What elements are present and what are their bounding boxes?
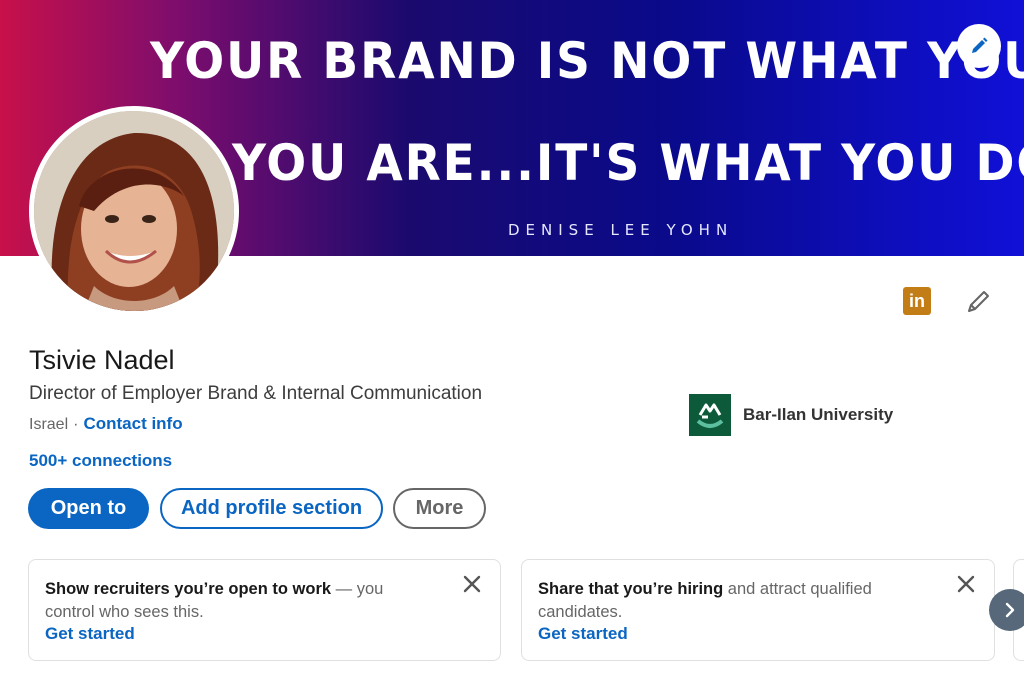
more-button[interactable]: More [393, 488, 486, 529]
pencil-icon [972, 37, 988, 53]
card-text: Share that you’re hiring and attract qua… [538, 578, 918, 624]
school-logo-icon [689, 394, 731, 436]
education-entry[interactable]: Bar-Ilan University [689, 394, 893, 436]
card-text: Show recruiters you’re open to work — yo… [45, 578, 425, 624]
edit-banner-button[interactable] [957, 24, 1001, 68]
profile-headline: Director of Employer Brand & Internal Co… [29, 383, 483, 404]
profile-location: Israel [29, 416, 69, 433]
open-to-work-card: Show recruiters you’re open to work — yo… [28, 559, 501, 661]
banner-quote-line1: YOUR BRAND IS NOT WHAT YOU SAY [150, 32, 1024, 90]
separator-dot: · [73, 416, 79, 433]
card-text-bold: Show recruiters you’re open to work [45, 580, 332, 598]
add-profile-section-button[interactable]: Add profile section [160, 488, 383, 529]
profile-name: Tsivie Nadel [29, 345, 175, 375]
banner-author: DENISE LEE YOHN [508, 221, 734, 239]
card-text-bold: Share that you’re hiring [538, 580, 724, 598]
linkedin-icon[interactable]: in [903, 287, 931, 315]
profile-card: YOUR BRAND IS NOT WHAT YOU SAY YOU ARE..… [0, 0, 1024, 688]
get-started-link[interactable]: Get started [538, 624, 628, 644]
close-button[interactable] [956, 574, 976, 594]
contact-info-link[interactable]: Contact info [83, 414, 182, 434]
profile-photo[interactable] [29, 106, 239, 316]
pencil-icon [968, 291, 989, 312]
chevron-right-icon [1005, 602, 1015, 618]
location-row: Israel · Contact info [29, 414, 183, 434]
close-icon [957, 575, 975, 593]
edit-profile-button[interactable] [964, 286, 994, 316]
connections-link[interactable]: 500+ connections [29, 451, 172, 471]
get-started-link[interactable]: Get started [45, 624, 135, 644]
banner-quote-line2: YOU ARE...IT'S WHAT YOU DO [232, 134, 1024, 192]
avatar-image [34, 111, 234, 311]
hiring-card: Share that you’re hiring and attract qua… [521, 559, 995, 661]
open-to-button[interactable]: Open to [28, 488, 149, 529]
close-button[interactable] [462, 574, 482, 594]
close-icon [463, 575, 481, 593]
next-card-button[interactable] [989, 589, 1024, 631]
school-name: Bar-Ilan University [743, 405, 894, 424]
